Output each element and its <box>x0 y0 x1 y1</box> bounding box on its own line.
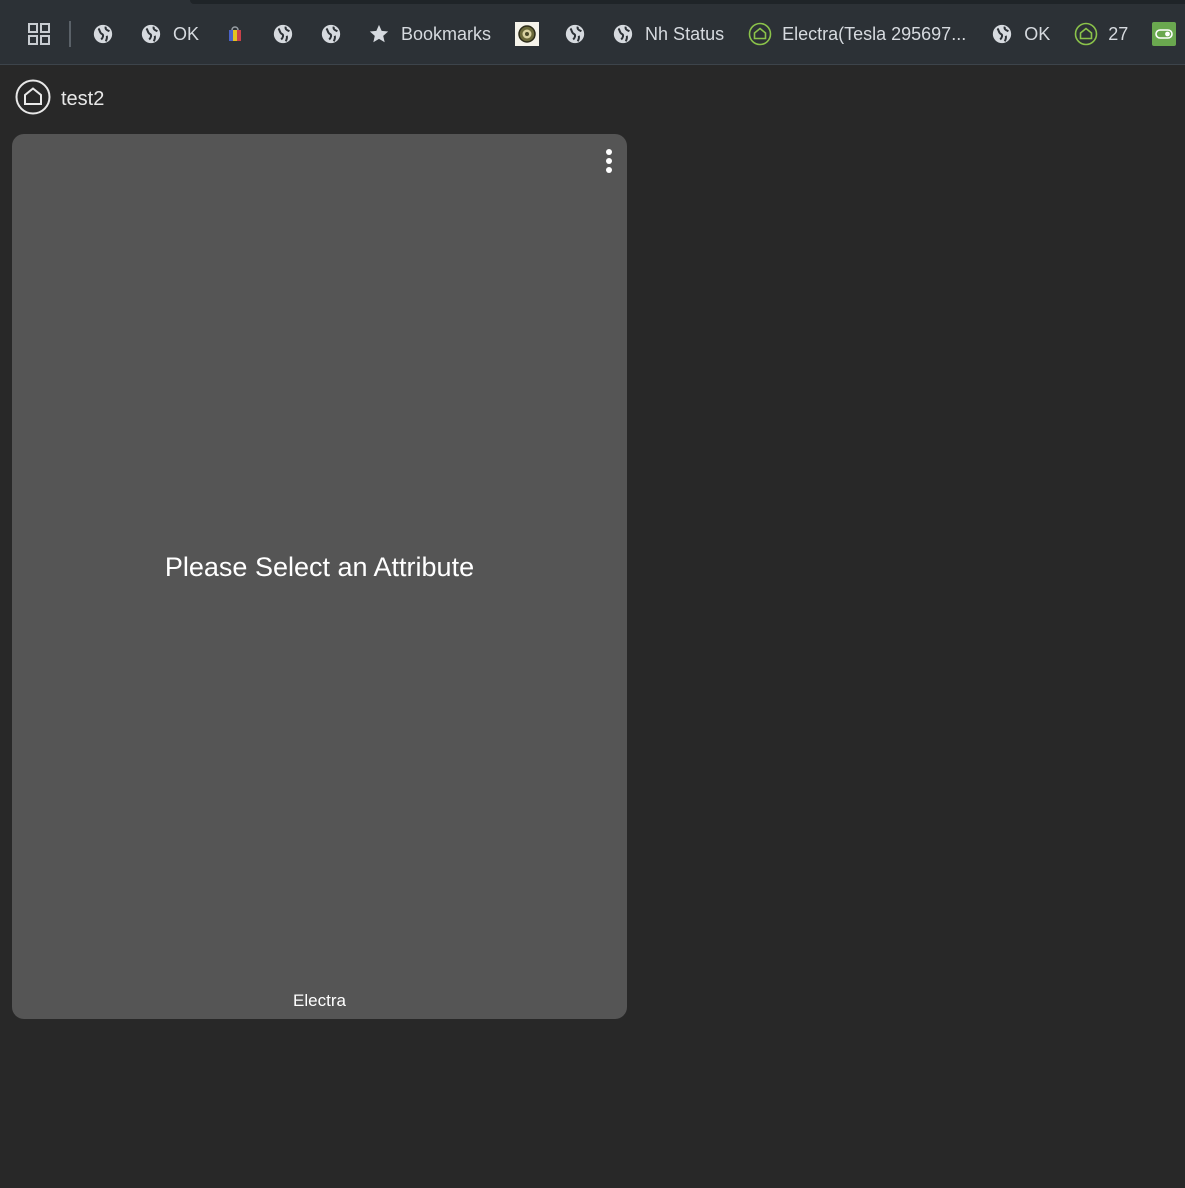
bookmark-label: OK <box>1024 23 1051 44</box>
bookmark-item-6[interactable] <box>509 18 545 50</box>
globe-icon <box>990 22 1014 46</box>
bookmark-label: Bookmarks <box>401 23 492 44</box>
app-header: test2 <box>15 79 105 120</box>
home-assistant-logo-icon[interactable] <box>15 79 51 120</box>
colorful-bag-icon <box>223 22 247 46</box>
home-assistant-icon <box>748 22 772 46</box>
bookmark-item-0[interactable] <box>85 18 121 50</box>
bookmark-item-ok-2[interactable]: OK <box>984 18 1056 50</box>
card-message: Please Select an Attribute <box>164 552 475 582</box>
menu-dot <box>606 149 612 155</box>
bookmarks-bar: OK Bookmarks Nh Status Electra(Tesla 295… <box>0 0 1185 65</box>
menu-dot <box>606 167 612 173</box>
bookmark-label: 27 <box>1108 23 1129 44</box>
bookmark-label: OK <box>173 23 200 44</box>
bookmark-item-4[interactable] <box>313 18 349 50</box>
bookmark-item-1[interactable]: OK <box>133 18 205 50</box>
seal-icon <box>515 22 540 46</box>
page-title: test2 <box>61 87 105 110</box>
tab-strip-edge <box>190 0 1185 4</box>
toggle-icon <box>1152 22 1177 46</box>
apps-grid-icon[interactable] <box>24 19 54 49</box>
bookmark-item-bookmarks[interactable]: Bookmarks <box>361 18 497 50</box>
bookmark-item-27[interactable]: 27 <box>1068 18 1134 50</box>
bookmark-item-2[interactable] <box>217 18 253 50</box>
bookmark-label: Electra(Tesla 295697... <box>782 23 967 44</box>
bookmark-label: Nh Status <box>645 23 725 44</box>
bookmark-item-7[interactable] <box>557 18 593 50</box>
bookmark-item-3[interactable] <box>265 18 301 50</box>
globe-icon <box>611 22 635 46</box>
attribute-card: Please Select an Attribute Electra <box>12 134 627 1019</box>
globe-icon <box>319 22 343 46</box>
star-icon <box>367 22 391 46</box>
bookmarks-row: OK Bookmarks Nh Status Electra(Tesla 295… <box>0 18 1185 50</box>
bookmark-item-nh-status[interactable]: Nh Status <box>605 18 730 50</box>
globe-icon <box>91 22 115 46</box>
bookmark-item-sr[interactable]: Sr <box>1146 18 1185 50</box>
bookmarks-separator <box>69 21 71 47</box>
bookmark-item-electra[interactable]: Electra(Tesla 295697... <box>742 18 972 50</box>
globe-icon <box>563 22 587 46</box>
card-footer-label: Electra <box>293 991 346 1010</box>
menu-dot <box>606 158 612 164</box>
globe-icon <box>139 22 163 46</box>
home-assistant-icon <box>1074 22 1098 46</box>
more-vert-icon[interactable] <box>599 146 619 176</box>
globe-icon <box>271 22 295 46</box>
